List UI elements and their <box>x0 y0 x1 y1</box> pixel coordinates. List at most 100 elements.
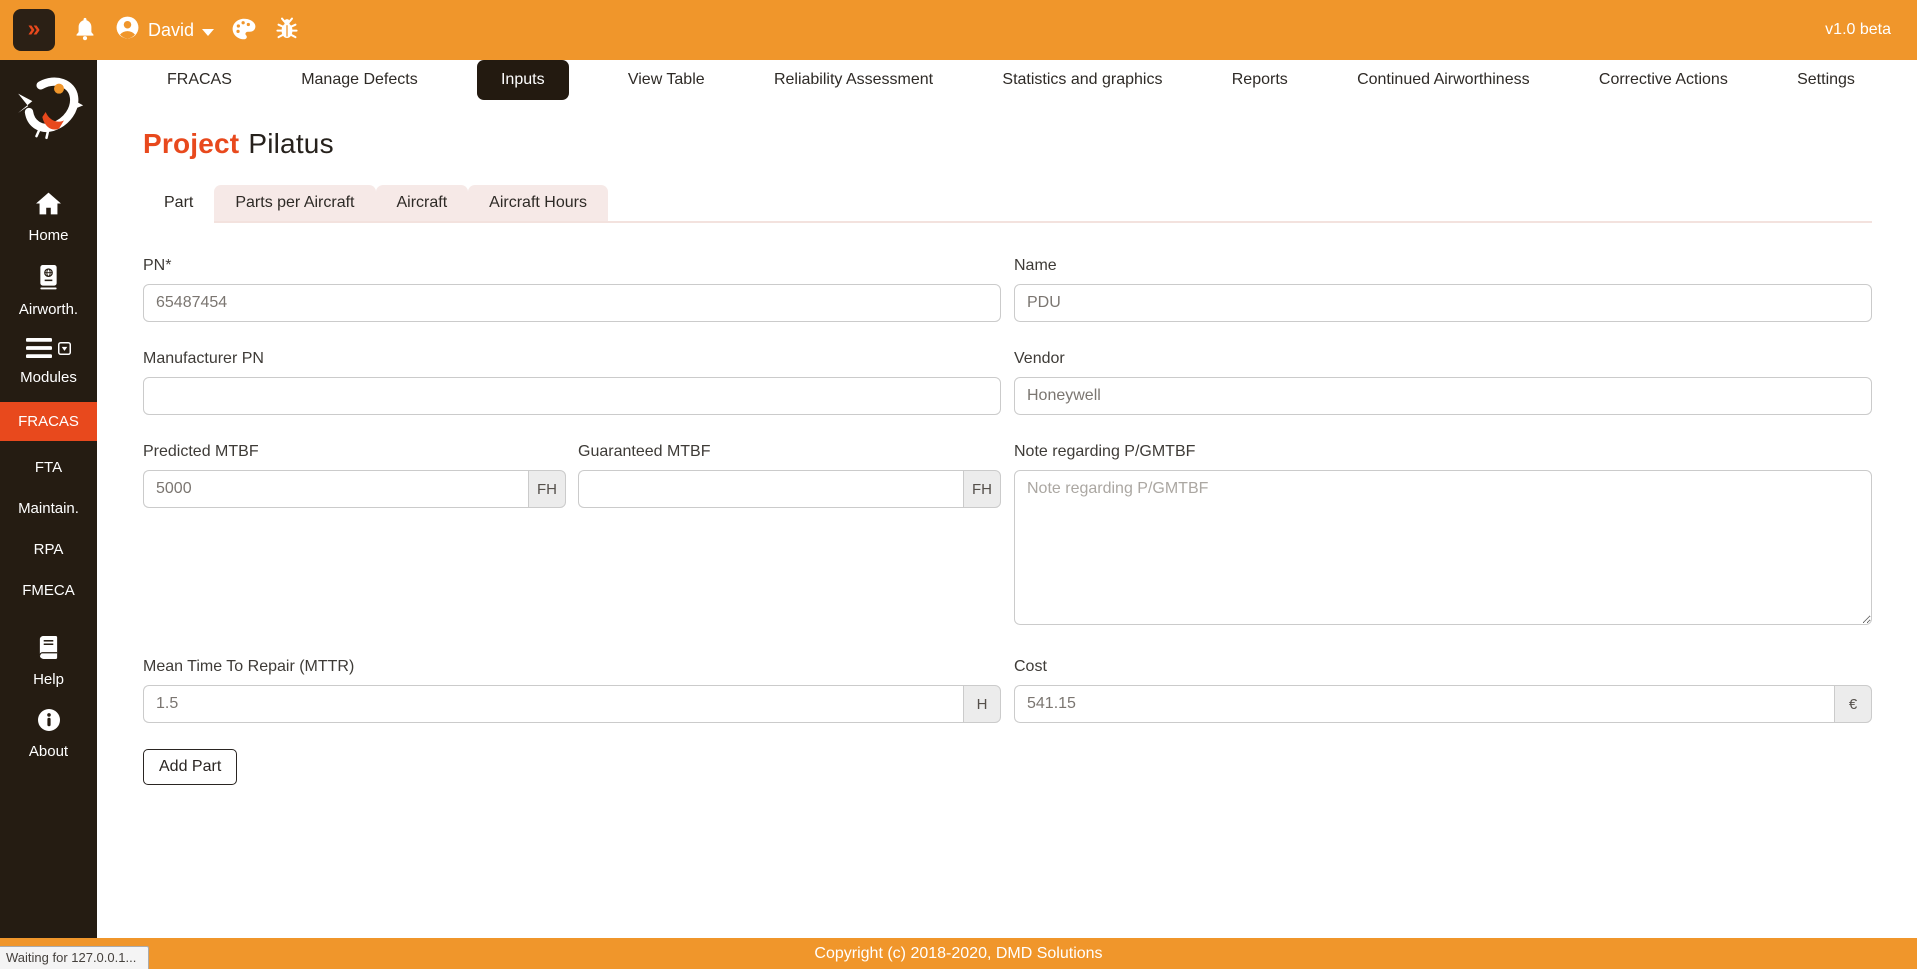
guaranteed-mtbf-label: Guaranteed MTBF <box>578 443 711 460</box>
main-area: FRACAS Manage Defects Inputs View Table … <box>97 60 1917 938</box>
tab-aircraft-hours[interactable]: Aircraft Hours <box>468 185 608 223</box>
name-label: Name <box>1014 257 1057 274</box>
theme-palette-button[interactable] <box>231 16 257 45</box>
manufacturer-pn-input[interactable] <box>143 377 1001 415</box>
modules-icon-group <box>26 338 71 362</box>
nav-item-manage-defects[interactable]: Manage Defects <box>291 60 428 100</box>
sidebar-collapse-button[interactable]: » <box>13 9 55 51</box>
euro-unit-addon: € <box>1834 685 1872 723</box>
add-part-button[interactable]: Add Part <box>143 749 238 785</box>
nav-item-statistics-and-graphics[interactable]: Statistics and graphics <box>992 60 1172 100</box>
palette-icon <box>231 16 257 45</box>
notifications-button[interactable] <box>72 15 98 45</box>
status-text: Waiting for 127.0.0.1... <box>6 950 137 965</box>
nav-item-corrective-actions[interactable]: Corrective Actions <box>1589 60 1738 100</box>
manufacturer-pn-field-group: Manufacturer PN <box>143 350 1001 415</box>
sidebar-item-label: FTA <box>34 459 63 476</box>
page-title: Project Pilatus <box>143 128 1872 160</box>
browser-status-bar: Waiting for 127.0.0.1... <box>0 946 150 969</box>
pn-input[interactable] <box>143 284 1001 322</box>
guaranteed-mtbf-field-group: Guaranteed MTBF FH <box>578 443 1001 630</box>
predicted-mtbf-input[interactable] <box>143 470 528 508</box>
sidebar-item-about[interactable]: About <box>0 698 97 770</box>
flight-hours-unit-addon: FH <box>963 470 1001 508</box>
manufacturer-pn-label: Manufacturer PN <box>143 350 264 367</box>
tab-part[interactable]: Part <box>143 185 215 223</box>
predicted-mtbf-field-group: Predicted MTBF FH <box>143 443 566 630</box>
sidebar-item-modules[interactable]: Modules <box>0 328 97 396</box>
version-badge: v1.0 beta <box>1825 21 1891 38</box>
sidebar-item-label: FRACAS <box>18 413 79 430</box>
debug-button[interactable] <box>274 16 300 45</box>
nav-item-view-table[interactable]: View Table <box>618 60 715 100</box>
guaranteed-mtbf-input[interactable] <box>578 470 963 508</box>
name-field-group: Name <box>1014 257 1872 322</box>
passport-icon <box>37 264 60 294</box>
tab-parts-per-aircraft[interactable]: Parts per Aircraft <box>214 185 376 223</box>
bell-icon <box>72 15 98 45</box>
home-icon <box>35 191 62 220</box>
sub-tabs: Part Parts per Aircraft Aircraft Aircraf… <box>143 185 1872 223</box>
user-menu[interactable]: David <box>115 15 215 45</box>
mttr-input[interactable] <box>143 685 963 723</box>
flight-hours-unit-addon: FH <box>528 470 566 508</box>
vendor-field-group: Vendor <box>1014 350 1872 415</box>
sidebar-item-fracas[interactable]: FRACAS <box>0 402 97 441</box>
page-title-prefix: Project <box>143 128 240 159</box>
cost-input[interactable] <box>1014 685 1834 723</box>
name-input[interactable] <box>1014 284 1872 322</box>
nav-item-continued-airworthiness[interactable]: Continued Airworthiness <box>1347 60 1540 100</box>
sidebar-item-label: About <box>28 743 69 760</box>
mttr-label: Mean Time To Repair (MTTR) <box>143 658 355 675</box>
book-icon <box>37 635 60 664</box>
module-nav: FRACAS Manage Defects Inputs View Table … <box>97 60 1917 104</box>
sidebar-item-airworthiness[interactable]: Airworth. <box>0 254 97 328</box>
sidebar-item-fmeca[interactable]: FMECA <box>0 570 97 611</box>
part-form: PN* Name Manufacturer PN Vendor Predicte… <box>143 257 1872 723</box>
sidebar-item-rpa[interactable]: RPA <box>0 529 97 570</box>
sidebar-item-label: Airworth. <box>18 301 79 318</box>
modules-caret-icon <box>58 341 71 359</box>
username: David <box>148 19 195 40</box>
sidebar-item-label: Modules <box>20 369 77 386</box>
pn-label: PN* <box>143 257 172 274</box>
nav-item-inputs[interactable]: Inputs <box>476 60 569 100</box>
sidebar-item-maintain[interactable]: Maintain. <box>0 488 97 529</box>
sidebar-item-help[interactable]: Help <box>0 625 97 698</box>
sidebar-item-label: Help <box>33 671 64 688</box>
hamburger-menu-icon <box>26 338 52 362</box>
nav-item-reports[interactable]: Reports <box>1222 60 1298 100</box>
note-textarea[interactable] <box>1014 470 1872 625</box>
copyright-text: Copyright (c) 2018-2020, DMD Solutions <box>814 944 1103 962</box>
cost-label: Cost <box>1014 658 1047 675</box>
nav-item-settings[interactable]: Settings <box>1787 60 1865 100</box>
app-logo[interactable] <box>14 74 84 145</box>
tab-aircraft[interactable]: Aircraft <box>375 185 469 223</box>
sidebar: Home Airworth. Modules FRACAS FTA Mainta… <box>0 60 97 938</box>
footer: Copyright (c) 2018-2020, DMD Solutions <box>0 938 1917 969</box>
content: Project Pilatus Part Parts per Aircraft A… <box>97 104 1917 785</box>
chevron-down-icon <box>202 20 215 41</box>
page-title-project-name: Pilatus <box>248 128 334 159</box>
predicted-mtbf-label: Predicted MTBF <box>143 443 259 460</box>
topbar: » David v1.0 beta <box>0 0 1917 60</box>
sidebar-item-label: FMECA <box>22 582 75 599</box>
nav-item-reliability-assessment[interactable]: Reliability Assessment <box>764 60 943 100</box>
vendor-input[interactable] <box>1014 377 1872 415</box>
mtbf-row: Predicted MTBF FH Guaranteed MTBF FH <box>143 443 1001 630</box>
sidebar-item-label: RPA <box>33 541 64 558</box>
sidebar-item-home[interactable]: Home <box>0 181 97 254</box>
user-avatar-icon <box>115 15 140 45</box>
bird-logo-icon <box>14 77 84 144</box>
sidebar-item-label: Maintain. <box>18 500 79 517</box>
note-label: Note regarding P/GMTBF <box>1014 443 1196 460</box>
nav-item-fracas[interactable]: FRACAS <box>157 60 242 100</box>
sidebar-item-fta[interactable]: FTA <box>0 447 97 488</box>
double-chevron-icon: » <box>27 15 41 41</box>
sidebar-item-label: Home <box>28 227 69 244</box>
pn-field-group: PN* <box>143 257 1001 322</box>
mttr-field-group: Mean Time To Repair (MTTR) H <box>143 658 1001 723</box>
hours-unit-addon: H <box>963 685 1001 723</box>
bug-icon <box>274 16 300 45</box>
note-field-group: Note regarding P/GMTBF <box>1014 443 1872 630</box>
